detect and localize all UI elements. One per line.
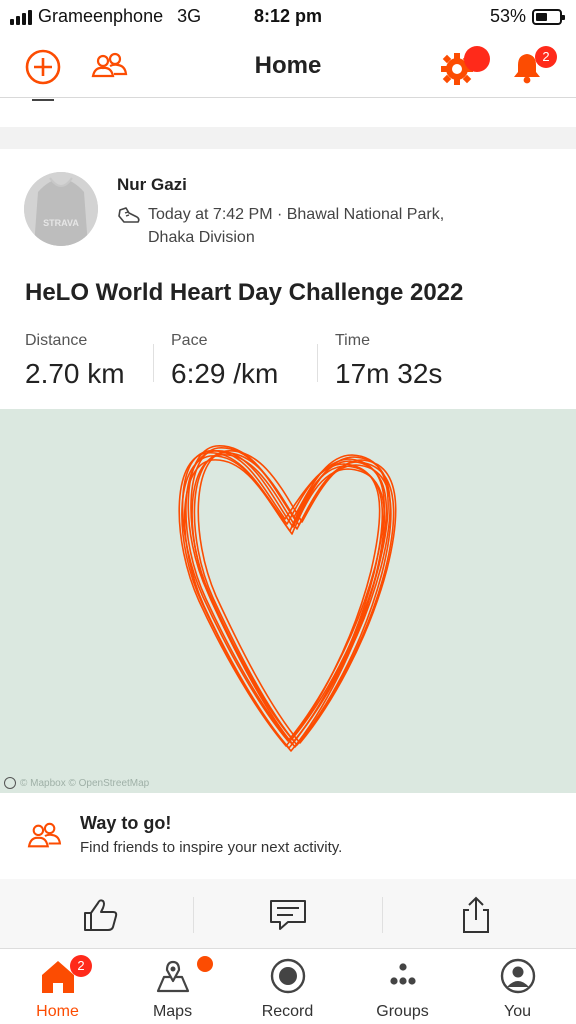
tab-home[interactable]: 2 Home — [0, 949, 115, 1024]
app-header: Home 2 — [0, 34, 576, 98]
stat-value: 17m 32s — [335, 358, 443, 389]
home-badge: 2 — [70, 955, 92, 977]
svg-text:STRAVA: STRAVA — [43, 218, 79, 228]
stat-distance: Distance 2.70 km — [25, 332, 125, 390]
battery-percent: 53% — [489, 6, 526, 26]
tab-maps[interactable]: Maps — [115, 949, 230, 1024]
maps-dot-badge — [197, 956, 213, 972]
groups-icon — [390, 963, 416, 985]
comment-icon[interactable] — [268, 895, 308, 935]
activity-card[interactable]: STRAVA Nur Gazi Today at 7:42 PM · Bhawa… — [0, 150, 576, 410]
battery-icon — [532, 8, 565, 25]
stat-label: Distance — [25, 332, 88, 349]
prompt-title: Way to go! — [80, 813, 172, 833]
map-attribution[interactable]: © Mapbox © OpenStreetMap — [4, 777, 149, 789]
kudos-thumbs-up-icon[interactable] — [80, 895, 120, 935]
tab-record[interactable]: Record — [230, 949, 345, 1024]
tab-label: Groups — [376, 1003, 429, 1020]
stat-value: 2.70 km — [25, 358, 125, 389]
activity-title[interactable]: HeLO World Heart Day Challenge 2022 — [25, 279, 463, 307]
tab-you[interactable]: You — [460, 949, 575, 1024]
status-right: 53% — [489, 6, 565, 27]
tab-label: Record — [261, 1003, 314, 1020]
tab-label: Maps — [152, 1003, 193, 1020]
athlete-name[interactable]: Nur Gazi — [117, 175, 187, 195]
find-friends-prompt[interactable]: Way to go! Find friends to inspire your … — [0, 793, 576, 879]
activity-actions — [0, 879, 576, 949]
activity-time-location: Today at 7:42 PM · Bhawal National Park, — [148, 206, 445, 223]
activity-location-region: Dhaka Division — [148, 229, 255, 246]
map-attribution-text: © Mapbox © OpenStreetMap — [20, 777, 150, 789]
profile-icon — [500, 958, 536, 994]
tab-groups[interactable]: Groups — [345, 949, 460, 1024]
notification-count-badge: 2 — [535, 46, 557, 68]
stat-divider — [317, 344, 318, 382]
run-shoe-icon — [118, 207, 140, 223]
share-icon[interactable] — [456, 895, 496, 935]
settings-dot-badge — [464, 46, 490, 72]
stat-pace: Pace 6:29 /km — [171, 332, 278, 390]
action-divider — [382, 897, 383, 933]
stat-value: 6:29 /km — [171, 358, 279, 389]
find-friends-icon — [27, 822, 62, 848]
stat-label: Pace — [171, 332, 208, 349]
action-divider — [193, 897, 194, 933]
prompt-subtitle: Find friends to inspire your next activi… — [80, 839, 343, 856]
mapbox-logo-icon — [4, 777, 16, 789]
feed-separator — [0, 99, 576, 149]
stat-divider — [153, 344, 154, 382]
stat-label: Time — [335, 332, 370, 349]
tab-label: Home — [36, 1003, 79, 1020]
heart-route-path — [178, 445, 397, 752]
tab-bar: 2 Home Maps Record Groups You — [0, 949, 576, 1024]
activity-map[interactable]: © Mapbox © OpenStreetMap — [0, 409, 576, 793]
maps-icon — [156, 960, 190, 993]
avatar[interactable]: STRAVA — [24, 172, 98, 246]
stat-time: Time 17m 32s — [335, 332, 442, 390]
status-bar: Grameenphone 3G 8:12 pm 53% — [0, 0, 576, 34]
tab-label: You — [504, 1003, 531, 1020]
record-icon — [270, 958, 306, 994]
avatar-placeholder-icon: STRAVA — [24, 172, 98, 246]
